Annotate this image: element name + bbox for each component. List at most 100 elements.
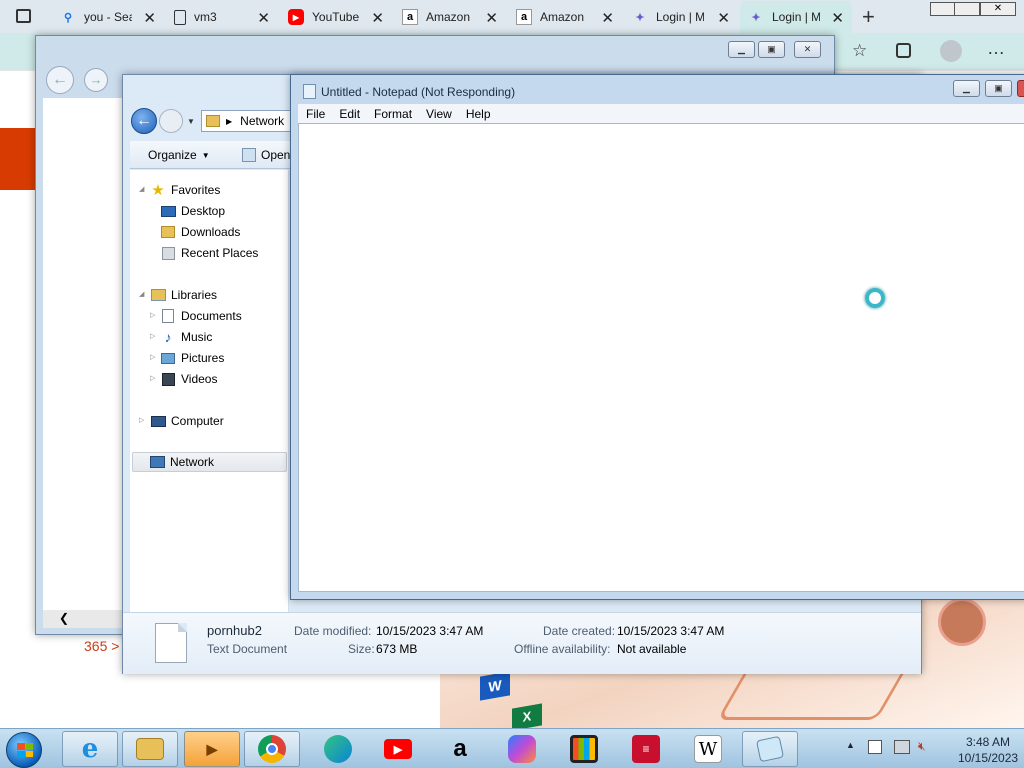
notepad-window: Untitled - Notepad (Not Responding) ▁ ▣ … bbox=[290, 74, 1024, 600]
nav-item-desktop[interactable]: Desktop bbox=[160, 201, 225, 221]
taskbar-store[interactable] bbox=[556, 731, 612, 767]
ie-minimize-button[interactable]: ▁ bbox=[728, 41, 755, 58]
forward-arrow-icon[interactable] bbox=[159, 109, 183, 133]
expand-libraries-icon[interactable]: ◢ bbox=[139, 290, 144, 298]
ie-nav-buttons: ← → bbox=[44, 66, 108, 98]
browser-restore-button[interactable] bbox=[954, 2, 980, 16]
folder-icon bbox=[206, 115, 220, 127]
expand-favorites-icon[interactable]: ◢ bbox=[139, 185, 144, 193]
tab-actions-icon[interactable] bbox=[16, 9, 31, 23]
recent-pages-dropdown-icon[interactable]: ▼ bbox=[187, 117, 195, 126]
nav-label: Libraries bbox=[171, 288, 218, 302]
taskbar-youtube[interactable]: ▶ bbox=[370, 731, 426, 767]
menu-format[interactable]: Format bbox=[374, 107, 412, 121]
date-created-label: Date created: bbox=[543, 624, 616, 638]
network-status-icon[interactable] bbox=[894, 740, 910, 754]
open-button[interactable]: Open bbox=[242, 148, 290, 162]
text-document-icon bbox=[155, 623, 187, 663]
notepad-restore-button[interactable]: ▣ bbox=[985, 80, 1012, 97]
taskbar-notepad[interactable] bbox=[742, 731, 798, 767]
nav-item-computer[interactable]: Computer bbox=[150, 411, 224, 431]
notepad-title-bar[interactable]: Untitled - Notepad (Not Responding) bbox=[303, 84, 515, 99]
more-menu-icon[interactable]: … bbox=[987, 38, 1005, 59]
close-icon[interactable]: ✕ bbox=[257, 9, 270, 27]
start-button[interactable] bbox=[6, 732, 42, 768]
nav-item-recent-places[interactable]: Recent Places bbox=[160, 243, 258, 263]
nav-label: Videos bbox=[181, 372, 218, 386]
clock-time: 3:48 AM bbox=[965, 735, 1011, 749]
expand-pictures-icon[interactable]: ▷ bbox=[150, 353, 155, 361]
browser-tab[interactable]: ✦ Login | M ✕ bbox=[624, 1, 738, 33]
nav-item-downloads[interactable]: Downloads bbox=[160, 222, 240, 242]
nav-item-network[interactable]: Network bbox=[132, 452, 287, 472]
ie-horizontal-scrollbar[interactable]: ❮ bbox=[43, 610, 125, 628]
notepad-minimize-button[interactable]: ▁ bbox=[953, 80, 980, 97]
profile-avatar[interactable] bbox=[940, 40, 962, 62]
window-title: Untitled - Notepad (Not Responding) bbox=[321, 84, 516, 99]
nav-item-music[interactable]: ♪ Music bbox=[160, 327, 213, 347]
ie-page-content bbox=[43, 98, 125, 628]
menu-view[interactable]: View bbox=[426, 107, 452, 121]
nav-item-pictures[interactable]: Pictures bbox=[160, 348, 224, 368]
forward-arrow-icon[interactable]: → bbox=[84, 68, 108, 92]
browser-minimize-button[interactable] bbox=[930, 2, 956, 16]
organize-label: Organize bbox=[148, 148, 197, 162]
menu-edit[interactable]: Edit bbox=[339, 107, 360, 121]
browser-tab[interactable]: vm3 ✕ bbox=[166, 1, 278, 33]
favorites-icon[interactable]: ☆ bbox=[852, 41, 867, 61]
ie-close-button[interactable]: ✕ bbox=[794, 41, 821, 58]
nav-item-libraries[interactable]: Libraries bbox=[150, 285, 217, 305]
browser-tab-active[interactable]: ✦ Login | M ✕ bbox=[740, 1, 852, 33]
action-center-icon[interactable] bbox=[868, 740, 882, 754]
taskbar-chrome[interactable] bbox=[244, 731, 300, 767]
new-tab-button[interactable]: + bbox=[862, 4, 875, 30]
ie-restore-button[interactable]: ▣ bbox=[758, 41, 785, 58]
close-icon[interactable]: ✕ bbox=[717, 9, 730, 27]
taskbar-file-explorer[interactable] bbox=[122, 731, 178, 767]
nav-label: Pictures bbox=[181, 351, 225, 365]
promo-link[interactable]: 365 > bbox=[84, 638, 119, 654]
browser-tab[interactable]: a Amazon ✕ bbox=[394, 1, 506, 33]
browser-tab[interactable]: a Amazon ✕ bbox=[508, 1, 622, 33]
breadcrumb-arrow-icon[interactable]: ▶ bbox=[226, 117, 232, 126]
expand-music-icon[interactable]: ▷ bbox=[150, 332, 155, 340]
promo-avatar bbox=[938, 598, 986, 646]
system-clock[interactable]: 3:48 AM 10/15/2023 bbox=[958, 734, 1018, 766]
close-icon[interactable]: ✕ bbox=[601, 9, 614, 27]
taskbar-copilot[interactable] bbox=[494, 731, 550, 767]
menu-help[interactable]: Help bbox=[466, 107, 491, 121]
close-icon[interactable]: ✕ bbox=[371, 9, 384, 27]
taskbar-amazon[interactable]: a bbox=[432, 731, 488, 767]
close-icon[interactable]: ✕ bbox=[831, 9, 844, 27]
nav-item-videos[interactable]: Videos bbox=[160, 369, 217, 389]
taskbar-bank-of-america[interactable]: ≡ bbox=[618, 731, 674, 767]
expand-computer-icon[interactable]: ▷ bbox=[139, 416, 144, 424]
internet-explorer-icon: e bbox=[81, 734, 99, 764]
scroll-left-icon[interactable]: ❮ bbox=[59, 611, 69, 625]
organize-button[interactable]: Organize ▼ bbox=[148, 148, 210, 162]
browser-tab[interactable]: ⚲ you - Sea ✕ bbox=[52, 1, 164, 33]
taskbar-media-player[interactable]: ▶ bbox=[184, 731, 240, 767]
collections-icon[interactable] bbox=[896, 43, 911, 58]
close-icon[interactable]: ✕ bbox=[485, 9, 498, 27]
address-bar[interactable]: ▶ Network bbox=[201, 110, 301, 132]
nav-item-documents[interactable]: Documents bbox=[160, 306, 242, 326]
back-arrow-icon[interactable]: ← bbox=[46, 66, 74, 94]
back-arrow-icon[interactable]: ← bbox=[131, 108, 157, 134]
close-icon[interactable]: ✕ bbox=[143, 9, 156, 27]
menu-file[interactable]: File bbox=[306, 107, 325, 121]
expand-documents-icon[interactable]: ▷ bbox=[150, 311, 155, 319]
taskbar-edge[interactable] bbox=[310, 731, 366, 767]
nav-item-favorites[interactable]: ★ Favorites bbox=[150, 180, 220, 200]
taskbar-wikipedia[interactable]: W bbox=[680, 731, 736, 767]
browser-close-button[interactable]: ✕ bbox=[980, 2, 1016, 16]
expand-videos-icon[interactable]: ▷ bbox=[150, 374, 155, 382]
notepad-text-area[interactable] bbox=[298, 123, 1024, 592]
show-hidden-icons-icon[interactable]: ▲ bbox=[846, 740, 855, 750]
open-label: Open bbox=[261, 148, 291, 162]
notepad-close-button[interactable] bbox=[1017, 80, 1024, 97]
browser-tab[interactable]: ▶ YouTube ✕ bbox=[280, 1, 392, 33]
taskbar-internet-explorer[interactable]: e bbox=[62, 731, 118, 767]
computer-icon bbox=[150, 413, 166, 429]
volume-muted-icon[interactable]: 🔇︎ bbox=[918, 739, 926, 754]
